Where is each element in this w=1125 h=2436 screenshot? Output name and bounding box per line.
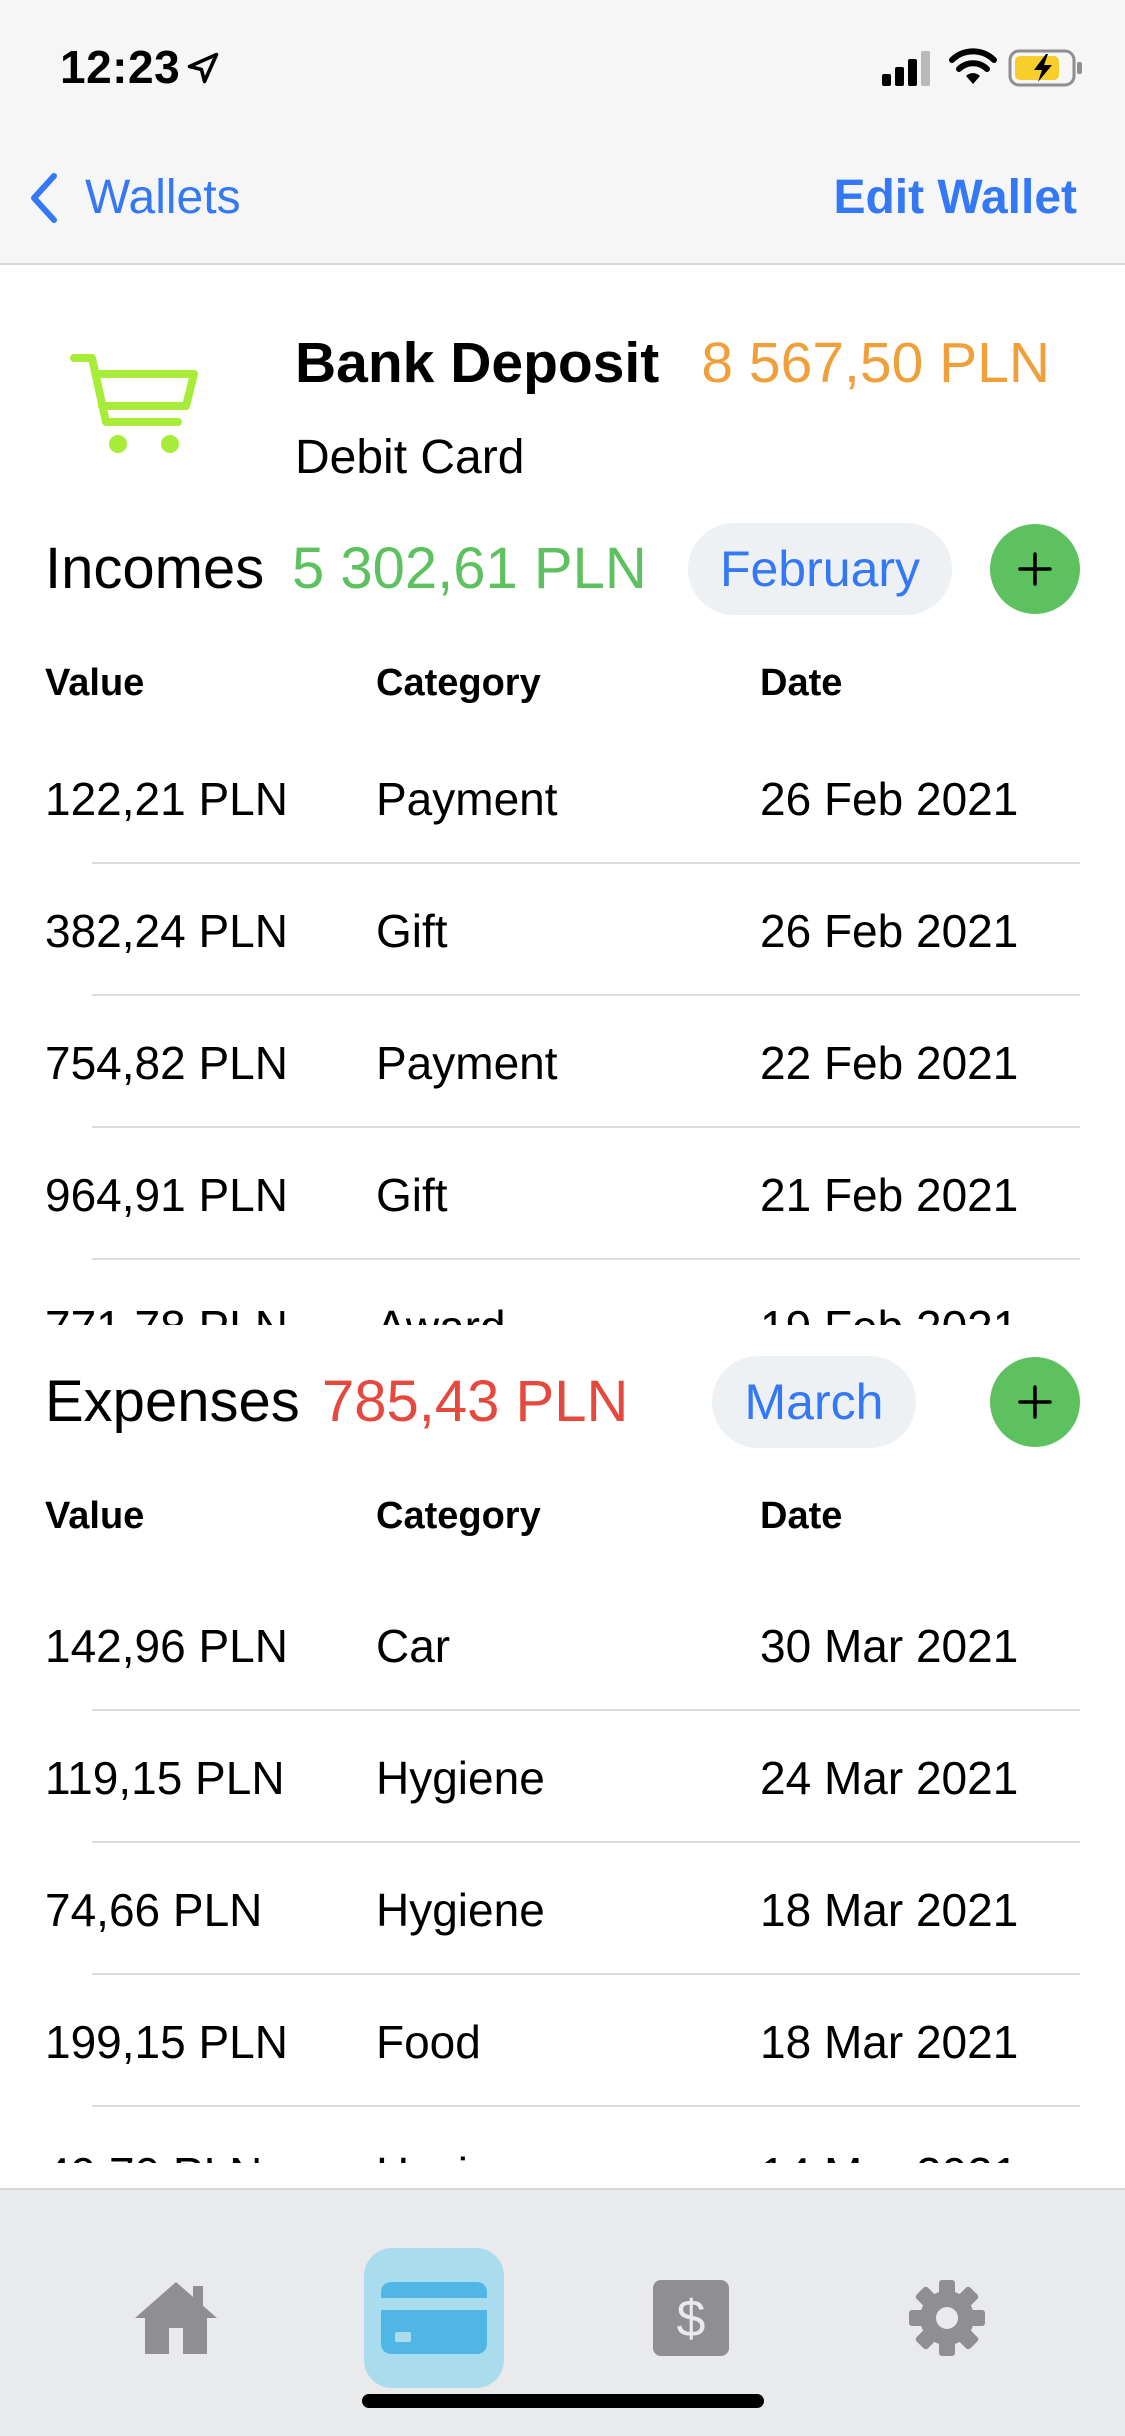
row-value: 122,21 PLN	[45, 773, 288, 825]
gear-icon	[909, 2280, 985, 2356]
column-header-category: Category	[376, 1495, 541, 1537]
add-expense-button[interactable]	[990, 1357, 1080, 1447]
incomes-month-button[interactable]: February	[688, 523, 952, 615]
navigation-bar: 12:23 Wallets Edit Wallet	[0, 0, 1125, 265]
location-arrow-icon	[187, 52, 219, 84]
row-value: 771,78 PLN	[45, 1300, 288, 1325]
wifi-icon	[949, 48, 997, 84]
cellular-signal-icon	[882, 51, 930, 86]
table-row[interactable]: 119,15 PLN Hygiene 24 Mar 2021	[0, 1711, 1125, 1843]
row-value: 142,96 PLN	[45, 1620, 288, 1672]
table-row[interactable]: 382,24 PLN Gift 26 Feb 2021	[0, 864, 1125, 996]
row-category: Hygiene	[376, 1752, 545, 1804]
incomes-table: Value Category Date 122,21 PLN Payment 2…	[0, 632, 1125, 1325]
column-header-category: Category	[376, 662, 541, 704]
tab-settings[interactable]	[877, 2248, 1017, 2388]
credit-card-icon	[381, 2282, 487, 2354]
column-header-date: Date	[760, 662, 843, 704]
row-category: Food	[376, 2016, 481, 2068]
row-category: Payment	[376, 773, 558, 825]
add-income-button[interactable]	[990, 524, 1080, 614]
row-category: Hygiene	[376, 1884, 545, 1936]
chevron-left-icon[interactable]	[24, 170, 64, 226]
row-date: 18 Mar 2021	[760, 2016, 1019, 2068]
home-indicator	[362, 2394, 764, 2408]
wallet-balance: 8 567,50 PLN	[701, 331, 1050, 395]
plus-icon	[1018, 1385, 1052, 1419]
dollar-icon: $	[653, 2280, 729, 2356]
table-row[interactable]: 74,66 PLN Hygiene 18 Mar 2021	[0, 1843, 1125, 1975]
battery-charging-icon	[1008, 49, 1082, 87]
expenses-total: 785,43 PLN	[322, 1369, 629, 1434]
tab-wallets[interactable]	[364, 2248, 504, 2388]
expenses-table: Value Category Date 142,96 PLN Car 30 Ma…	[0, 1465, 1125, 2163]
column-header-date: Date	[760, 1495, 843, 1537]
svg-text:$: $	[677, 2290, 706, 2348]
expenses-month-button[interactable]: March	[712, 1356, 916, 1448]
column-header-value: Value	[45, 662, 145, 704]
incomes-total: 5 302,61 PLN	[292, 536, 647, 601]
table-header: Value Category Date	[0, 632, 1125, 732]
wallet-detail-screen: 12:23 Wallets Edit Wallet Bank Deposit 8…	[0, 0, 1125, 2436]
table-row[interactable]: 199,15 PLN Food 18 Mar 2021	[0, 1975, 1125, 2107]
wallet-type: Debit Card	[295, 431, 525, 484]
cart-icon	[70, 354, 198, 453]
row-value: 199,15 PLN	[45, 2016, 288, 2068]
column-header-value: Value	[45, 1495, 145, 1537]
edit-wallet-button[interactable]: Edit Wallet	[833, 170, 1077, 225]
row-date: 19 Feb 2021	[760, 1300, 1018, 1325]
row-date: 18 Mar 2021	[760, 1884, 1019, 1936]
expenses-title: Expenses	[45, 1369, 300, 1434]
row-value: 382,24 PLN	[45, 905, 288, 957]
row-category: Gift	[376, 1169, 448, 1221]
table-row[interactable]: 122,21 PLN Payment 26 Feb 2021	[0, 732, 1125, 864]
row-value: 964,91 PLN	[45, 1169, 288, 1221]
table-row[interactable]: 754,82 PLN Payment 22 Feb 2021	[0, 996, 1125, 1128]
row-category: Gift	[376, 905, 448, 957]
row-date: 21 Feb 2021	[760, 1169, 1019, 1221]
row-date: 24 Mar 2021	[760, 1752, 1019, 1804]
table-header: Value Category Date	[0, 1465, 1125, 1565]
tab-transactions[interactable]: $	[621, 2248, 761, 2388]
plus-icon	[1018, 552, 1052, 586]
row-date: 14 Mar 2021	[760, 2147, 1018, 2163]
table-row[interactable]: 49,70 PLN Hygiene 14 Mar 2021	[0, 2107, 1125, 2163]
row-value: 119,15 PLN	[45, 1752, 285, 1804]
incomes-title: Incomes	[45, 536, 265, 601]
row-date: 30 Mar 2021	[760, 1620, 1019, 1672]
row-category: Payment	[376, 1037, 558, 1089]
back-button[interactable]: Wallets	[85, 170, 241, 225]
row-category: Hygiene	[376, 2147, 545, 2163]
row-date: 26 Feb 2021	[760, 905, 1019, 957]
row-date: 22 Feb 2021	[760, 1037, 1019, 1089]
table-row[interactable]: 964,91 PLN Gift 21 Feb 2021	[0, 1128, 1125, 1260]
table-row[interactable]: 142,96 PLN Car 30 Mar 2021	[0, 1579, 1125, 1711]
row-value: 754,82 PLN	[45, 1037, 288, 1089]
row-date: 26 Feb 2021	[760, 773, 1019, 825]
row-value: 74,66 PLN	[45, 1884, 263, 1936]
row-category: Award	[376, 1300, 506, 1325]
status-time: 12:23	[60, 41, 181, 93]
home-icon	[135, 2282, 217, 2354]
tab-home[interactable]	[106, 2248, 246, 2388]
table-row[interactable]: 771,78 PLN Award 19 Feb 2021	[0, 1260, 1125, 1325]
row-value: 49,70 PLN	[45, 2147, 262, 2163]
row-category: Car	[376, 1620, 451, 1672]
wallet-name: Bank Deposit	[295, 331, 660, 395]
